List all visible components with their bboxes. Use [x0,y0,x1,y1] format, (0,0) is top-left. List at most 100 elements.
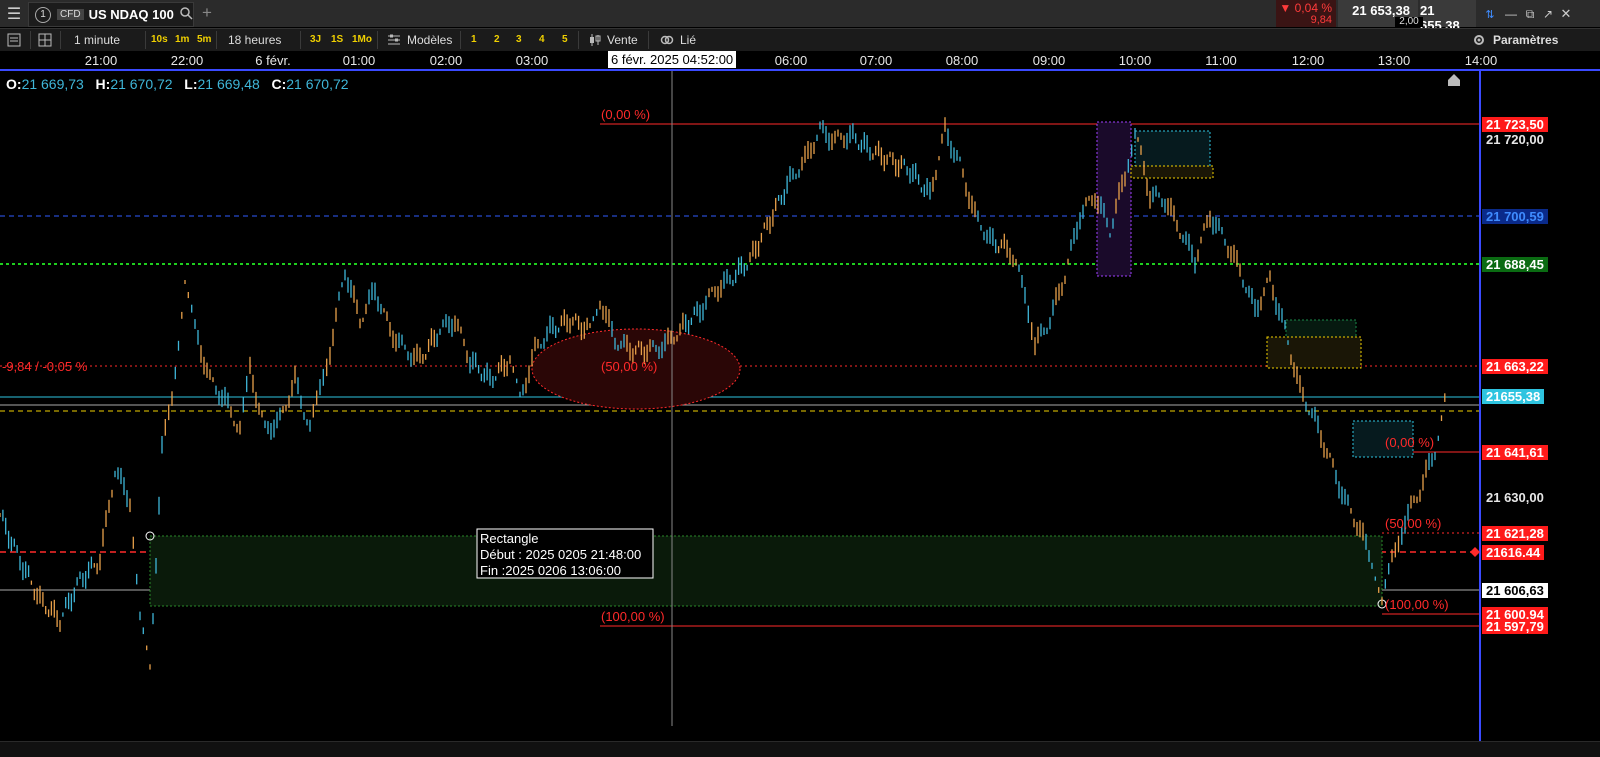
change-pts: 9,84 [1310,14,1332,26]
ohlc-close: 21 670,72 [286,76,349,92]
models-icon [387,29,401,51]
price-axis-label: 21 720,00 [1482,132,1548,147]
ohlc-l-label: L: [184,76,198,92]
green-rectangle-zone [149,535,1383,607]
time-label: 07:00 [859,53,893,68]
link-icon[interactable] [660,29,674,51]
time-label: 11:00 [1205,53,1237,68]
model-slot-1[interactable]: 1 [471,29,477,51]
linked-button[interactable]: Lié [680,29,696,51]
maximize-icon[interactable]: ⧉ [1522,4,1538,24]
change-pct: ▼ 0,04 % [1279,1,1332,15]
time-axis: 21:00 22:00 6 févr. 01:00 02:00 03:00 06… [0,51,1600,71]
price-axis-label: 21 700,59 [1482,209,1548,224]
time-label: 08:00 [945,53,979,68]
model-slot-3[interactable]: 3 [516,29,522,51]
cfd-badge: CFD [57,9,84,20]
alert-marker-icon [1470,547,1480,557]
fib-right-label-50: (50,00 %) [1385,516,1441,531]
search-icon[interactable] [180,6,193,23]
fib-right-label-100: (100,00 %) [1385,597,1449,612]
interval-dropdown[interactable]: 1 minute [74,29,120,51]
time-label: 09:00 [1032,53,1066,68]
instrument-tab[interactable]: 1 CFD US NDAQ 100 [28,2,194,27]
yellow-box [1266,336,1362,369]
ohlc-readout: O:21 669,73 H:21 670,72 L:21 669,48 C:21… [6,76,349,92]
interval-1m[interactable]: 1m [175,29,189,51]
scroll-bar[interactable] [0,741,1600,757]
rect-tooltip-start: Début : 2025 0205 21:48:00 [480,547,641,562]
ohlc-c-label: C: [271,76,287,92]
range-1s[interactable]: 1S [331,29,343,51]
crosshair-time-label: 6 févr. 2025 04:52:00 [608,51,737,68]
price-chart[interactable]: (0,00 %) (50,00 %) (100,00 %) (0,00 %) (… [0,71,1600,741]
price-axis-label: 21655,38 [1482,389,1545,404]
time-label: 01:00 [342,53,376,68]
fib-right-label-0: (0,00 %) [1385,435,1434,450]
sell-button[interactable]: Vente [607,29,638,51]
top-bar: ☰ 1 CFD US NDAQ 100 + ▼ 0,04 % 9,84 21 6… [0,0,1600,33]
model-slot-2[interactable]: 2 [494,29,500,51]
time-label: 06:00 [774,53,808,68]
time-label: 21:00 [84,53,118,68]
price-axis-label: 21 641,61 [1482,445,1548,460]
price-axis-label: 21 606,63 [1482,583,1548,598]
fib-label-50: (50,00 %) [601,359,657,374]
yellow-box [1130,165,1214,179]
time-label: 03:00 [515,53,549,68]
instrument-name: US NDAQ 100 [88,7,174,22]
close-icon[interactable]: ✕ [1558,4,1574,24]
spread: 2,00 [1395,17,1423,27]
ask-button[interactable]: 21 655,38 [1420,0,1476,33]
arrows-icon[interactable]: ⇅ [1482,4,1498,24]
range-1mo[interactable]: 1Mo [352,29,372,51]
price-axis-label: 21 597,79 [1482,619,1548,634]
minimize-icon[interactable]: — [1503,4,1519,24]
time-label: 02:00 [429,53,463,68]
ohlc-high: 21 670,72 [110,76,173,92]
fib-label-100: (100,00 %) [601,609,665,624]
price-axis-label: 21616.44 [1482,545,1545,560]
time-label: 14:00 [1464,53,1498,68]
ohlc-open: 21 669,73 [21,76,84,92]
time-label: 13:00 [1377,53,1411,68]
settings-button[interactable]: Paramètres [1493,29,1558,51]
time-label: 6 févr. [255,53,291,68]
layout-icon[interactable] [38,29,52,51]
chart-toolbar: 1 minute 10s 1m 5m 18 heures 3J 1S 1Mo M… [0,28,1600,51]
ohlc-o-label: O: [6,76,22,92]
time-label: 22:00 [170,53,204,68]
time-label: 12:00 [1291,53,1325,68]
gear-icon[interactable] [1472,29,1486,51]
interval-10s[interactable]: 10s [151,29,168,51]
price-axis-label: 21 688,45 [1482,257,1548,272]
teal-box [1285,319,1357,339]
popout-icon[interactable]: ↗ [1540,4,1556,24]
menu-icon[interactable]: ☰ [4,4,24,24]
price-axis-label: 21 663,22 [1482,359,1548,374]
range-3j[interactable]: 3J [310,29,321,51]
teal-box [1134,130,1211,169]
fib-label-0: (0,00 %) [601,107,650,122]
time-label: 10:00 [1118,53,1152,68]
range-dropdown[interactable]: 18 heures [228,29,281,51]
chart-list-icon[interactable] [7,29,21,51]
price-axis-label: 21 630,00 [1482,490,1548,505]
price-axis-label: 21 723,50 [1482,117,1548,132]
models-button[interactable]: Modèles [407,29,452,51]
ohlc-h-label: H: [95,76,111,92]
home-icon [1448,74,1460,86]
model-slot-4[interactable]: 4 [539,29,545,51]
rect-tooltip-end: Fin :2025 0206 13:06:00 [480,563,621,578]
interval-5m[interactable]: 5m [197,29,211,51]
add-tab-icon[interactable]: + [198,3,216,23]
purple-box [1096,121,1132,277]
price-axis-label: 21 621,28 [1482,526,1548,541]
candles-icon [588,29,602,51]
change-box: ▼ 0,04 % 9,84 [1276,0,1336,27]
tab-number: 1 [35,6,51,23]
ohlc-low: 21 669,48 [197,76,260,92]
change-line-label: -9,84 / -0,05 % [2,359,88,374]
rect-tooltip-title: Rectangle [480,531,539,546]
model-slot-5[interactable]: 5 [562,29,568,51]
